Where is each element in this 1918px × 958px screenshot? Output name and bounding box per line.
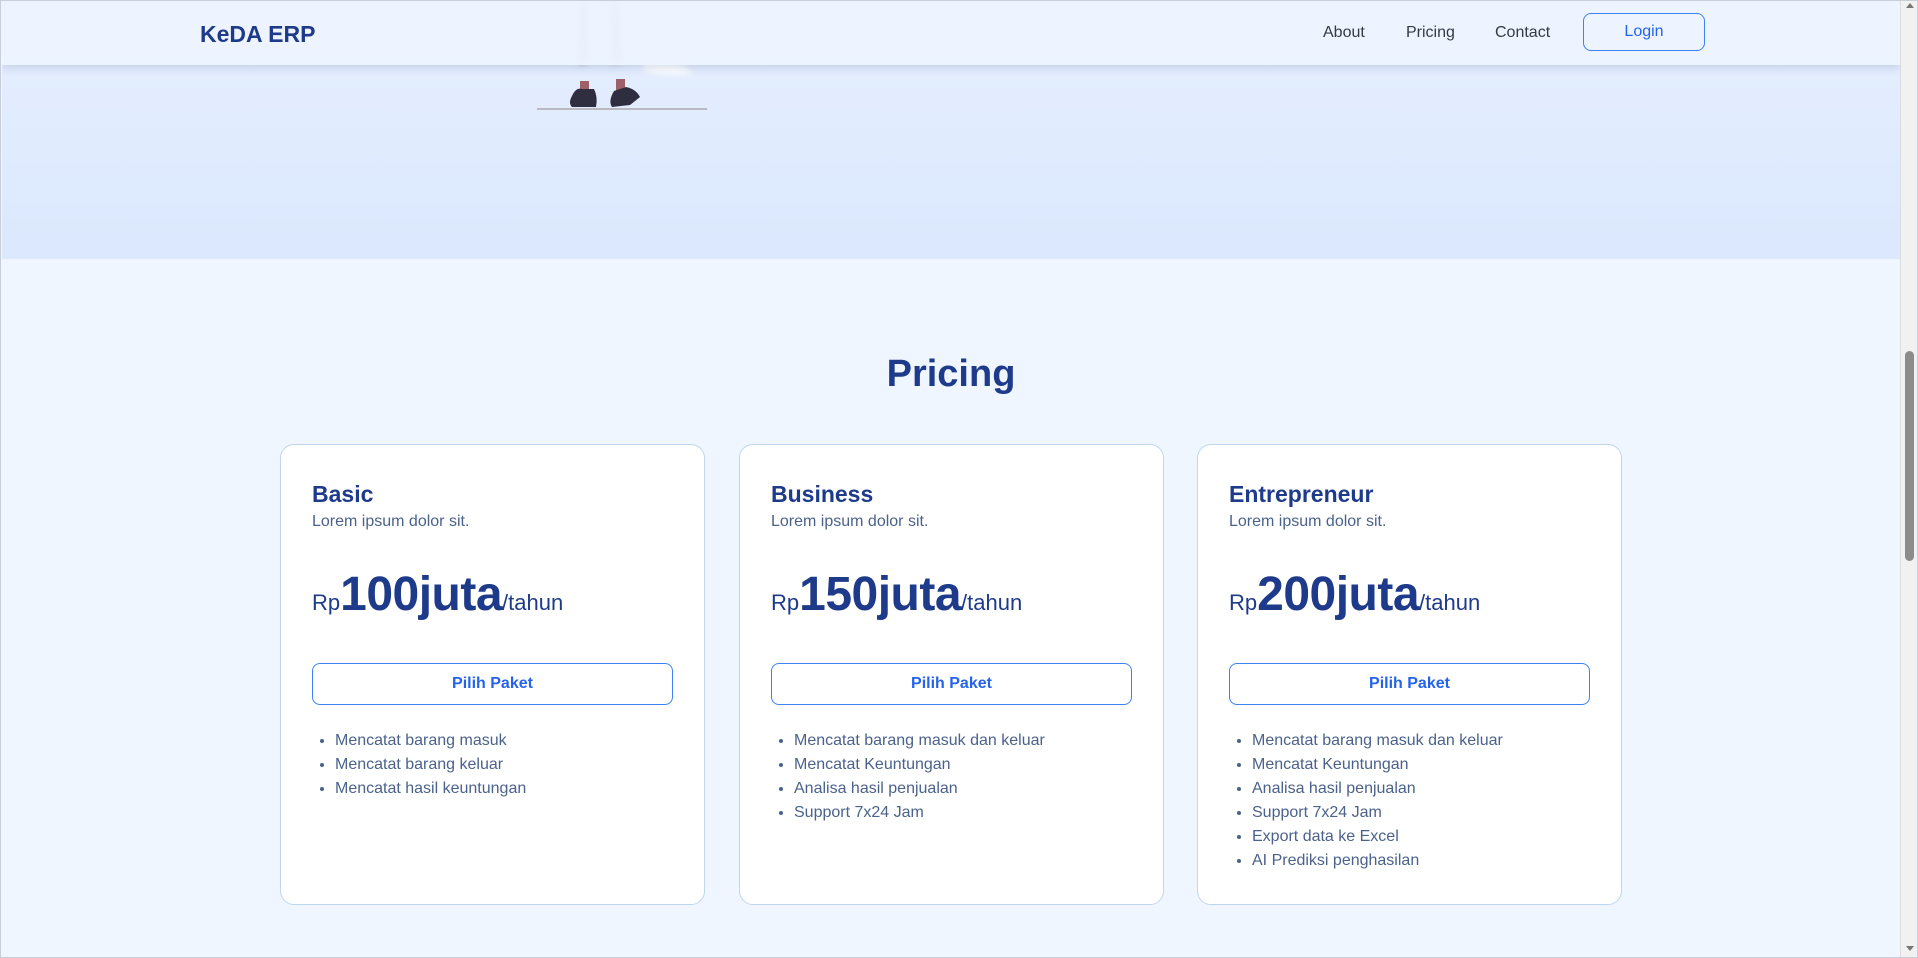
price-currency: Rp [312,590,341,615]
choose-plan-button[interactable]: Pilih Paket [771,663,1132,705]
price-currency: Rp [771,590,800,615]
nav-link-about[interactable]: About [1323,24,1365,42]
price-amount: 150juta [799,568,962,621]
feature-item: Mencatat barang keluar [335,753,695,777]
vertical-scrollbar[interactable] [1900,0,1918,958]
price-currency: Rp [1229,590,1258,615]
scroll-down-arrow-icon[interactable] [1906,946,1914,951]
price-period: /tahun [961,590,1023,615]
feature-item: Support 7x24 Jam [1252,801,1612,825]
feature-item: Mencatat hasil keuntungan [335,777,695,801]
feature-list: Mencatat barang masuk Mencatat barang ke… [312,729,695,801]
price-period: /tahun [502,590,564,615]
price-amount: 100juta [340,568,503,621]
feature-item: Mencatat barang masuk dan keluar [794,729,1154,753]
pricing-card-basic: Basic Lorem ipsum dolor sit. Rp100juta/t… [280,444,705,905]
feature-item: Mencatat barang masuk dan keluar [1252,729,1612,753]
pricing-card-entrepreneur: Entrepreneur Lorem ipsum dolor sit. Rp20… [1197,444,1622,905]
login-button[interactable]: Login [1583,13,1705,51]
choose-plan-button[interactable]: Pilih Paket [1229,663,1590,705]
plan-price: Rp100juta/tahun [312,571,563,619]
plan-name: Entrepreneur [1229,481,1374,507]
feature-list: Mencatat barang masuk dan keluar Mencata… [771,729,1154,825]
choose-plan-button[interactable]: Pilih Paket [312,663,673,705]
feature-item: Support 7x24 Jam [794,801,1154,825]
feature-item: Mencatat Keuntungan [1252,753,1612,777]
plan-price: Rp150juta/tahun [771,571,1022,619]
brand-logo[interactable]: KeDA ERP [200,21,315,48]
price-amount: 200juta [1257,568,1420,621]
scroll-up-arrow-icon[interactable] [1906,3,1914,8]
plan-description: Lorem ipsum dolor sit. [771,513,929,530]
feature-item: Analisa hasil penjualan [1252,777,1612,801]
feature-item: Mencatat barang masuk [335,729,695,753]
nav-link-contact[interactable]: Contact [1495,24,1550,42]
feature-item: Mencatat Keuntungan [794,753,1154,777]
page: KeDA ERP About Pricing Contact Login Pri… [2,1,1900,957]
plan-description: Lorem ipsum dolor sit. [1229,513,1387,530]
plan-price: Rp200juta/tahun [1229,571,1480,619]
scrollbar-thumb[interactable] [1905,351,1914,561]
feature-item: AI Prediksi penghasilan [1252,849,1612,873]
nav-link-pricing[interactable]: Pricing [1406,24,1455,42]
feature-item: Analisa hasil penjualan [794,777,1154,801]
price-period: /tahun [1419,590,1481,615]
pricing-card-business: Business Lorem ipsum dolor sit. Rp150jut… [739,444,1164,905]
feature-item: Export data ke Excel [1252,825,1612,849]
feature-list: Mencatat barang masuk dan keluar Mencata… [1229,729,1612,873]
plan-name: Business [771,481,874,507]
pricing-title: Pricing [886,353,1016,395]
navbar: KeDA ERP About Pricing Contact Login [2,1,1900,65]
plan-name: Basic [312,481,374,507]
plan-description: Lorem ipsum dolor sit. [312,513,470,530]
